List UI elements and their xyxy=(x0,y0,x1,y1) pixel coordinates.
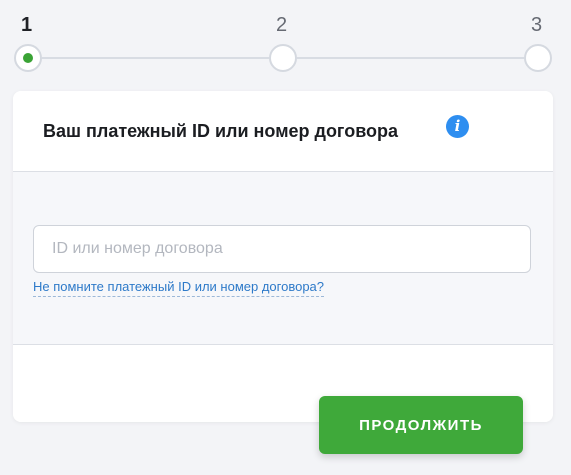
step-1-number: 1 xyxy=(21,14,33,36)
continue-button[interactable]: ПРОДОЛЖИТЬ xyxy=(319,396,523,454)
step-connector-2-3 xyxy=(297,57,524,59)
step-2-number: 2 xyxy=(276,14,288,36)
progress-stepper: 1 2 3 xyxy=(0,0,571,90)
forgot-id-link[interactable]: Не помните платежный ID или номер догово… xyxy=(33,279,325,297)
step-1-indicator xyxy=(14,44,42,72)
step-3-indicator xyxy=(524,44,552,72)
card-body: Не помните платежный ID или номер догово… xyxy=(13,172,553,345)
step-2-indicator xyxy=(269,44,297,72)
form-title: Ваш платежный ID или номер договора xyxy=(43,121,399,141)
step-3-number: 3 xyxy=(531,14,543,36)
payment-id-card: Ваш платежный ID или номер договора i Не… xyxy=(13,91,553,422)
payment-id-input[interactable] xyxy=(33,225,531,273)
card-header: Ваш платежный ID или номер договора i xyxy=(13,91,553,172)
step-1-active-dot xyxy=(23,53,33,63)
step-connector-1-2 xyxy=(42,57,269,59)
info-icon[interactable]: i xyxy=(446,115,469,138)
